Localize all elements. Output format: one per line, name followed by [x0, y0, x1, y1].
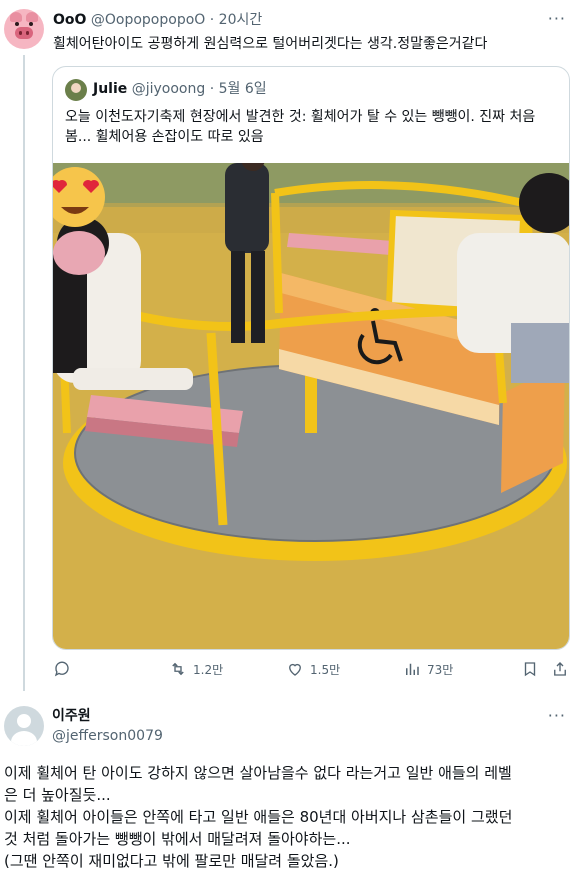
share-icon	[554, 662, 566, 676]
reply-more-options-icon[interactable]: ···	[548, 706, 566, 725]
reply-display-name[interactable]: 이주원	[52, 707, 91, 725]
share-button[interactable]	[551, 660, 569, 678]
thread-connector-line	[23, 55, 25, 691]
quote-handle[interactable]: @jiyooong	[132, 81, 206, 97]
retweet-button[interactable]: 1.2만	[169, 660, 223, 678]
reply-handle[interactable]: @jefferson0079	[52, 727, 163, 745]
pig-snout	[15, 27, 33, 39]
quote-date[interactable]: 5월 6일	[219, 81, 267, 97]
heart-icon	[289, 663, 301, 676]
pig-ear-left	[10, 12, 22, 22]
bookmark-button[interactable]	[521, 660, 539, 678]
tweet-text: 휠체어탄아이도 공평하게 원심력으로 털어버리겟다는 생각.정말좋은거같다	[53, 36, 488, 52]
reply-line: 이제 휠체어 아이들은 안쪽에 타고 일반 애들은 80년대 아버지나 삼촌들이…	[4, 808, 513, 826]
pig-eye-right	[29, 22, 33, 26]
child-pink-hat	[53, 231, 105, 275]
views-icon	[406, 663, 419, 675]
reply-button[interactable]	[53, 660, 71, 678]
reply-text: 이제 휠체어 탄 아이도 강하지 않으면 살아남을수 없다 라는거고 일반 애들…	[4, 762, 574, 872]
reply-avatar[interactable]	[4, 706, 44, 746]
reply-icon	[54, 661, 69, 677]
display-name[interactable]: OoO	[53, 12, 86, 28]
user-avatar[interactable]	[4, 9, 44, 49]
user-handle[interactable]: @OopopopopoO	[91, 12, 205, 28]
merry-go-round-photo[interactable]	[53, 163, 570, 650]
views-count: 73만	[427, 662, 454, 677]
like-count: 1.5만	[310, 662, 341, 677]
more-options-icon[interactable]: ···	[548, 9, 566, 28]
pig-ear-right	[26, 12, 38, 22]
reply-line: 이제 휠체어 탄 아이도 강하지 않으면 살아남을수 없다 라는거고 일반 애들…	[4, 764, 512, 782]
reply-line: 것 처럼 돌아가는 뺑뺑이 밖에서 매달려져 돌아야하는...	[4, 830, 351, 848]
quote-header: Julie @jiyooong · 5월 6일	[93, 80, 267, 98]
views-button[interactable]: 73만	[403, 660, 453, 678]
tweet-header: OoO @OopopopopoO · 20시간	[53, 11, 262, 29]
bookmark-icon	[524, 662, 536, 677]
header-separator: ·	[209, 12, 215, 28]
pig-eye-left	[15, 22, 19, 26]
tweet-time[interactable]: 20시간	[219, 12, 263, 28]
quote-avatar[interactable]	[65, 79, 87, 101]
retweet-icon	[172, 662, 184, 676]
like-button[interactable]: 1.5만	[286, 660, 340, 678]
retweet-count: 1.2만	[193, 662, 224, 677]
quote-text: 오늘 이천도자기축제 현장에서 발견한 것: 휠체어가 탈 수 있는 뺑뺑이. …	[65, 109, 536, 145]
quote-separator: ·	[209, 81, 215, 97]
quote-display-name[interactable]: Julie	[93, 81, 127, 97]
reply-line: (그땐 안쪽이 재미없다고 밖에 팔로만 매달려 돌았음.)	[4, 852, 339, 870]
reply-line: 은 더 높아질듯...	[4, 786, 111, 804]
quote-tweet-card[interactable]: Julie @jiyooong · 5월 6일 오늘 이천도자기축제 현장에서 …	[52, 66, 570, 650]
tweet-actions: 1.2만 1.5만 73만	[53, 660, 569, 684]
